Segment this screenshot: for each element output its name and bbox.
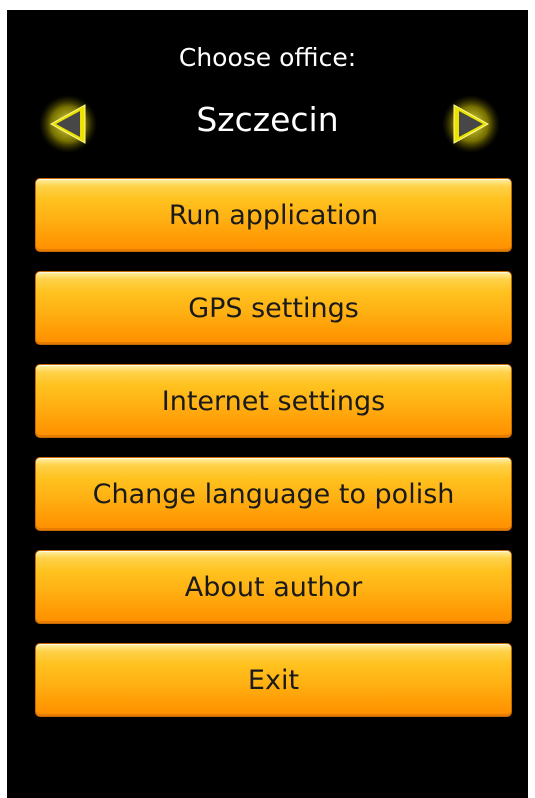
gps-settings-button[interactable]: GPS settings: [35, 271, 512, 345]
exit-button[interactable]: Exit: [35, 643, 512, 717]
exit-label: Exit: [247, 665, 300, 696]
change-language-button[interactable]: Change language to polish: [35, 457, 512, 531]
run-application-button[interactable]: Run application: [35, 178, 512, 252]
office-selector: Szczecin: [7, 88, 528, 158]
choose-office-label: Choose office:: [178, 43, 357, 72]
internet-settings-label: Internet settings: [161, 386, 386, 417]
change-language-label: Change language to polish: [92, 479, 455, 510]
internet-settings-button[interactable]: Internet settings: [35, 364, 512, 438]
app-screen: Choose office: Szczecin Run application …: [7, 10, 528, 798]
next-office-button[interactable]: [442, 95, 500, 153]
about-author-label: About author: [184, 572, 363, 603]
right-arrow-icon: [442, 95, 500, 153]
run-application-label: Run application: [168, 200, 379, 231]
gps-settings-label: GPS settings: [188, 293, 359, 324]
about-author-button[interactable]: About author: [35, 550, 512, 624]
